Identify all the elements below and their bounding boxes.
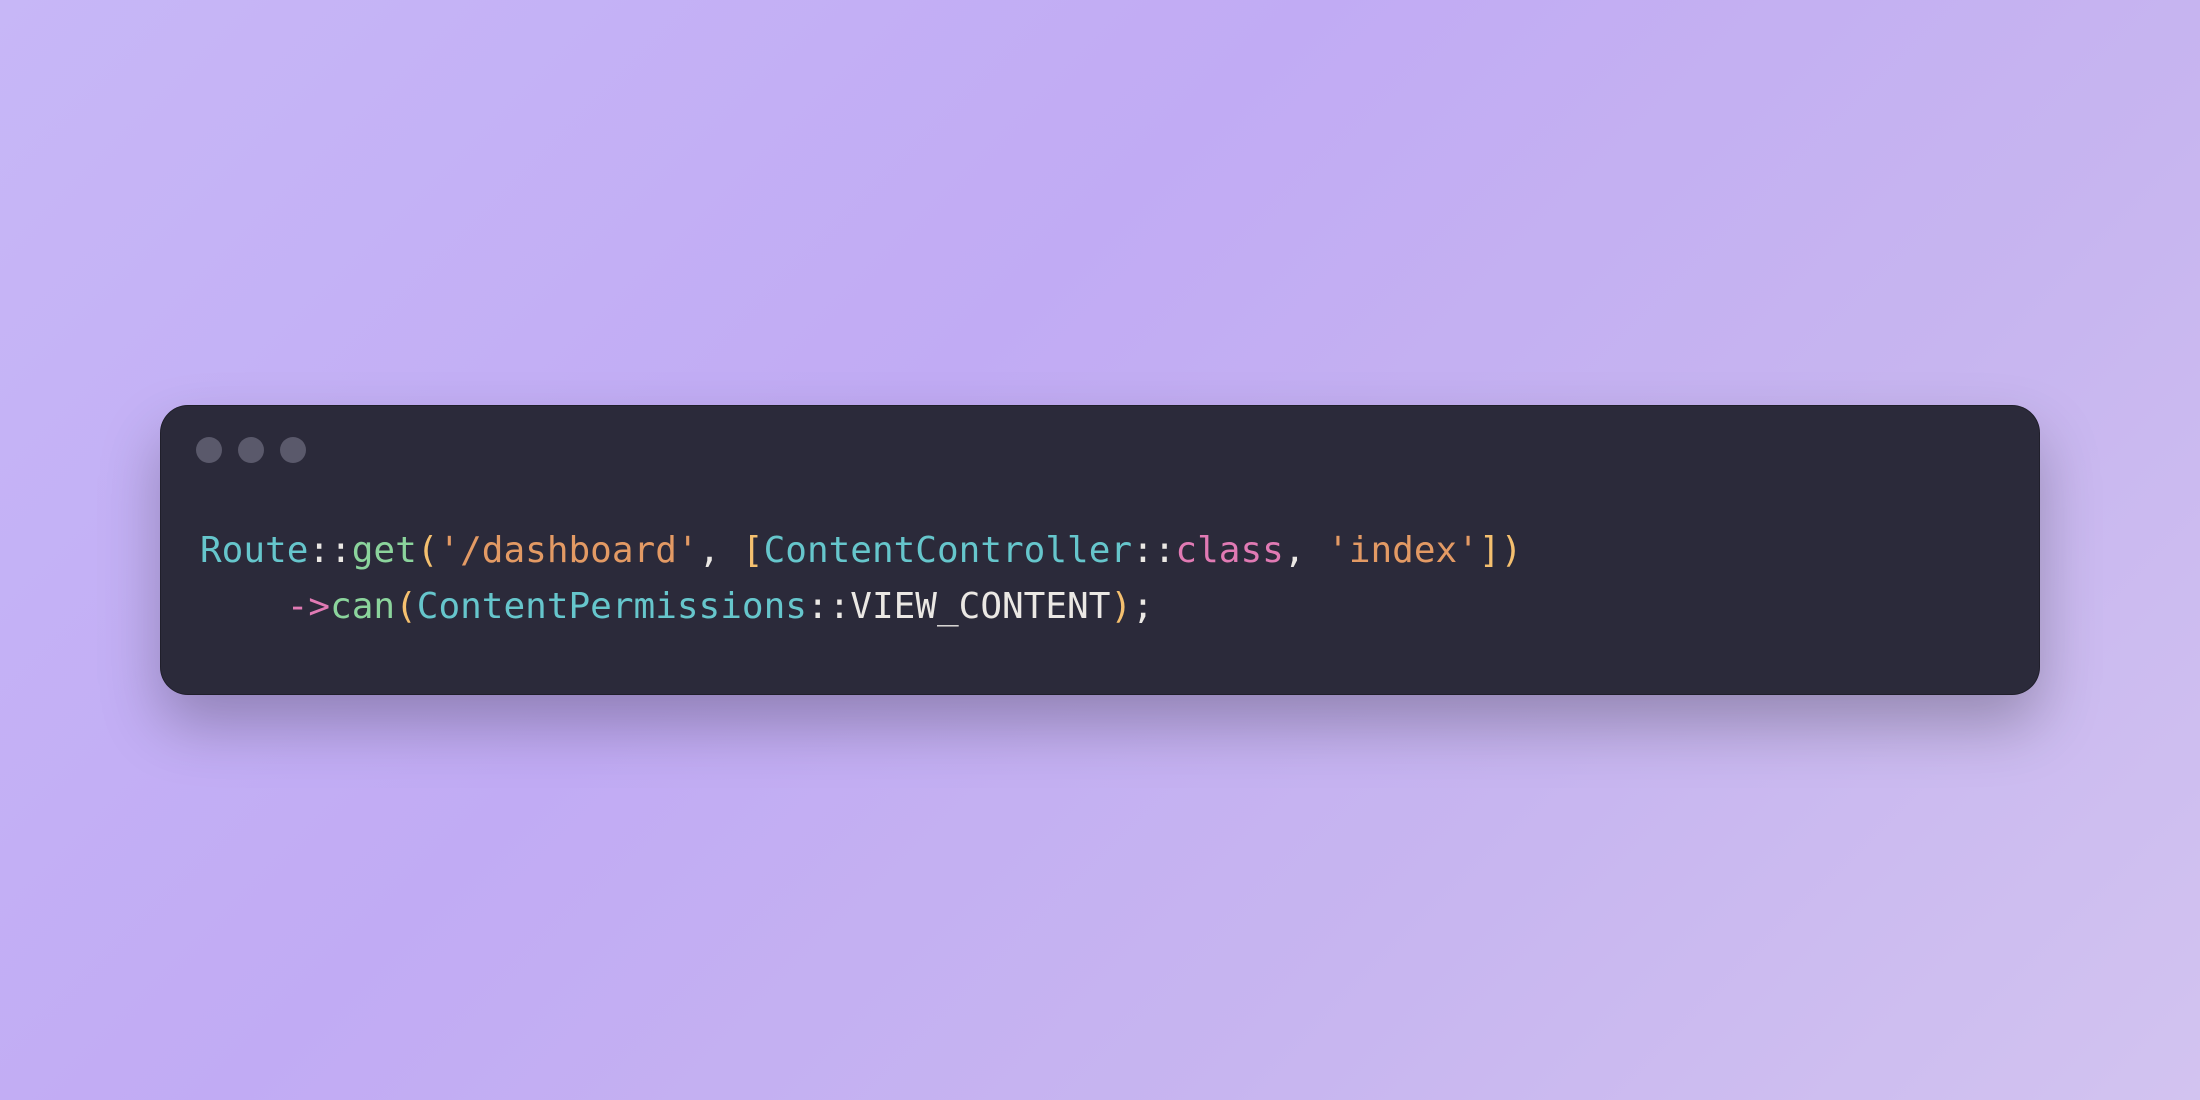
token-class-controller: ContentController xyxy=(764,530,1132,571)
token-paren-close: ) xyxy=(1501,530,1523,571)
token-class-permissions: ContentPermissions xyxy=(417,586,807,627)
background: Route::get('/dashboard', [ContentControl… xyxy=(0,0,2200,1100)
token-constant-view-content: VIEW_CONTENT xyxy=(850,586,1110,627)
token-string-index: 'index' xyxy=(1327,530,1479,571)
code-block: Route::get('/dashboard', [ContentControl… xyxy=(160,463,2040,635)
code-window: Route::get('/dashboard', [ContentControl… xyxy=(160,405,2040,695)
token-paren-open: ( xyxy=(395,586,417,627)
window-dot-zoom-icon[interactable] xyxy=(280,437,306,463)
token-bracket-close: ] xyxy=(1479,530,1501,571)
token-paren-close: ) xyxy=(1110,586,1132,627)
token-indent xyxy=(200,579,287,635)
token-bracket-open: [ xyxy=(742,530,764,571)
token-method-get: get xyxy=(352,530,417,571)
token-scope-op: :: xyxy=(807,586,850,627)
token-paren-open: ( xyxy=(417,530,439,571)
token-comma: , xyxy=(699,530,742,571)
window-dot-close-icon[interactable] xyxy=(196,437,222,463)
window-titlebar xyxy=(160,405,2040,463)
token-method-can: can xyxy=(330,586,395,627)
token-keyword-class: class xyxy=(1175,530,1283,571)
token-semicolon: ; xyxy=(1132,586,1154,627)
token-scope-op: :: xyxy=(308,530,351,571)
token-comma: , xyxy=(1284,530,1327,571)
token-string-path: '/dashboard' xyxy=(438,530,698,571)
token-class-route: Route xyxy=(200,530,308,571)
window-dot-minimize-icon[interactable] xyxy=(238,437,264,463)
token-arrow: -> xyxy=(287,586,330,627)
token-scope-op: :: xyxy=(1132,530,1175,571)
